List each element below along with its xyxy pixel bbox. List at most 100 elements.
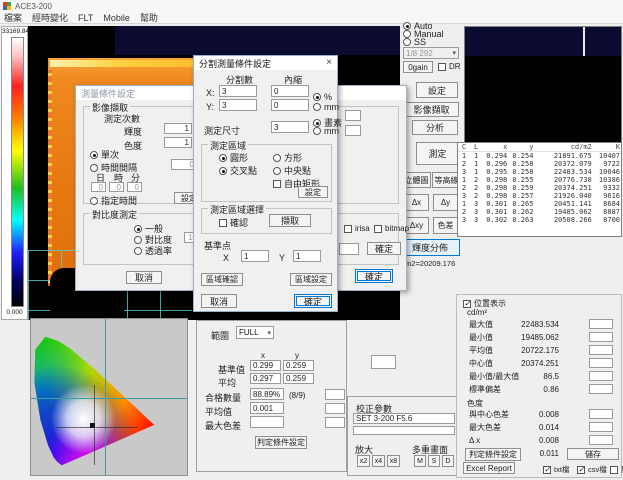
base-y-field[interactable]: 1 xyxy=(293,250,321,262)
preview-panel[interactable] xyxy=(464,26,622,144)
aux-field[interactable] xyxy=(371,355,396,369)
delta-y-button[interactable]: Δy xyxy=(433,194,458,211)
x-divisions-field[interactable]: 3 xyxy=(219,85,257,97)
circle-radio[interactable]: 圓形 xyxy=(219,151,248,164)
save-button[interactable]: 儲存 xyxy=(567,448,619,460)
result-box[interactable] xyxy=(325,389,345,400)
reference-y-field[interactable]: 0.259 xyxy=(283,360,314,371)
zoom-x8-button[interactable]: x8 xyxy=(387,455,400,467)
single-shot-radio[interactable]: 單次 xyxy=(90,148,119,161)
stat-box[interactable] xyxy=(589,435,613,445)
mm-radio[interactable]: mm xyxy=(313,102,339,112)
result-box[interactable] xyxy=(325,417,345,428)
gain-button[interactable]: 0gain xyxy=(403,61,433,73)
hour-field[interactable]: 0 xyxy=(109,182,124,192)
mm-radio[interactable]: mm xyxy=(313,126,339,136)
average-y-field[interactable]: 0.259 xyxy=(283,373,314,384)
day-field[interactable]: 0 xyxy=(91,182,106,192)
area-confirm-button[interactable]: 區域確認 xyxy=(201,273,243,286)
x-inset-field[interactable]: 0 xyxy=(271,85,309,97)
area-setting-button[interactable]: 設定 xyxy=(298,186,328,198)
setting-button[interactable]: 設定 xyxy=(416,82,458,98)
calibration-extra-field[interactable] xyxy=(353,426,455,435)
table-row[interactable]: 230.3010.26219485.0628887 xyxy=(458,208,621,216)
cie-diagram[interactable] xyxy=(30,318,188,476)
result-box[interactable] xyxy=(325,403,345,414)
zoom-x4-button[interactable]: x4 xyxy=(372,455,385,467)
stat-box[interactable] xyxy=(589,409,613,419)
stat-box[interactable] xyxy=(589,319,613,329)
table-row[interactable]: 210.2960.25820372.0799722 xyxy=(458,160,621,168)
y-divisions-field[interactable]: 3 xyxy=(219,99,257,111)
reference-x-field[interactable]: 0.299 xyxy=(250,360,281,371)
image-file-checkbox[interactable]: 影像檔 xyxy=(610,464,623,475)
table-row[interactable]: 110.2940.25421891.67510407 xyxy=(458,152,621,161)
stat-box[interactable] xyxy=(589,422,613,432)
analyze-button[interactable]: 分析 xyxy=(412,120,458,135)
measure-size-field[interactable]: 3 xyxy=(271,121,309,133)
ss-radio[interactable]: SS xyxy=(403,37,426,47)
chroma-count-field[interactable]: 1 xyxy=(164,137,192,148)
menu-item[interactable]: 檔案 xyxy=(4,11,22,24)
menu-item[interactable]: FLT xyxy=(78,13,93,23)
stat-box[interactable] xyxy=(589,371,613,381)
transmittance-radio[interactable]: 透過率 xyxy=(134,244,172,257)
minute-field[interactable]: 0 xyxy=(127,182,142,192)
luminance-count-field[interactable]: 1 xyxy=(164,123,192,134)
delta-x-button[interactable]: Δx xyxy=(404,194,429,211)
area-set-button[interactable]: 區域設定 xyxy=(290,273,332,286)
mean-field[interactable]: 0.001 xyxy=(250,402,284,414)
table-row[interactable]: 130.3010.26520451.1418684 xyxy=(458,200,621,208)
split-measure-dialog[interactable]: 分割測量條件設定 × 分割數 內縮 X: 3 0 Y: 3 0 % mm 測定尺… xyxy=(193,55,338,312)
shutter-dropdown[interactable]: 1/8 292▾ xyxy=(403,47,459,59)
stat-box[interactable] xyxy=(589,345,613,355)
csv-file-checkbox[interactable]: csv檔 xyxy=(577,464,607,475)
specified-time-radio[interactable]: 指定時間 xyxy=(90,194,137,207)
percent-radio[interactable]: % xyxy=(313,92,332,102)
range-dropdown[interactable]: FULL▾ xyxy=(236,326,274,339)
cancel-button[interactable]: 取消 xyxy=(201,294,237,308)
grab-button[interactable]: 擷取 xyxy=(269,214,311,227)
luminance-dist-button[interactable]: 輝度分佈 xyxy=(400,239,460,256)
multi-s-button[interactable]: S xyxy=(428,455,440,467)
results-table[interactable]: CLxycd/m2K 110.2940.25421891.67510407210… xyxy=(457,142,622,237)
ok-button[interactable]: 確定 xyxy=(294,294,332,308)
txt-file-checkbox[interactable]: txt檔 xyxy=(543,464,569,475)
menu-item[interactable]: Mobile xyxy=(103,13,130,23)
y-inset-field[interactable]: 0 xyxy=(271,99,309,111)
image-capture-button[interactable]: 影像擷取 xyxy=(404,102,459,117)
stat-box[interactable] xyxy=(589,384,613,394)
dialog-title-bar[interactable]: 分割測量條件設定 × xyxy=(194,56,337,70)
square-radio[interactable]: 方形 xyxy=(273,151,302,164)
bitmap-checkbox[interactable]: bitmap xyxy=(374,224,409,233)
stat-box[interactable] xyxy=(589,332,613,342)
menu-item[interactable]: 經時變化 xyxy=(32,11,68,24)
cross-point-radio[interactable]: 交叉點 xyxy=(219,164,257,177)
irisa-checkbox[interactable]: irisa xyxy=(344,224,370,233)
multi-d-button[interactable]: D xyxy=(442,455,454,467)
zoom-x2-button[interactable]: x2 xyxy=(357,455,370,467)
table-row[interactable]: 330.3020.26320508.2668700 xyxy=(458,216,621,224)
sub-ok-button[interactable]: 確定 xyxy=(367,242,401,255)
calibration-preset-field[interactable]: SET 3-200 F5.6 xyxy=(353,413,455,424)
aux-field[interactable] xyxy=(345,125,361,136)
excel-report-button[interactable]: Excel Report xyxy=(463,462,515,474)
close-icon[interactable]: × xyxy=(326,58,332,68)
judge-condition-button[interactable]: 判定條件設定 xyxy=(465,448,521,461)
aux-field[interactable] xyxy=(339,243,359,255)
confirm-checkbox[interactable]: 確認 xyxy=(219,216,248,229)
measure-button[interactable]: 測定 xyxy=(416,142,459,165)
table-row[interactable]: 220.2980.25920374.2519332 xyxy=(458,184,621,192)
multi-m-button[interactable]: M xyxy=(414,455,426,467)
center-point-radio[interactable]: 中央點 xyxy=(273,164,311,177)
average-x-field[interactable]: 0.297 xyxy=(250,373,281,384)
judge-condition-button[interactable]: 判定條件設定 xyxy=(255,436,307,449)
table-row[interactable]: 120.2980.25520776.73010386 xyxy=(458,176,621,184)
color-diff-button[interactable]: 色差 xyxy=(433,217,458,234)
dr-checkbox[interactable]: DR xyxy=(438,62,461,71)
max-color-diff-field[interactable] xyxy=(250,416,284,428)
aux-field[interactable] xyxy=(345,110,361,121)
table-row[interactable]: 310.2950.25822483.53410046 xyxy=(458,168,621,176)
stat-box[interactable] xyxy=(589,358,613,368)
cancel-button[interactable]: 取消 xyxy=(126,271,162,284)
